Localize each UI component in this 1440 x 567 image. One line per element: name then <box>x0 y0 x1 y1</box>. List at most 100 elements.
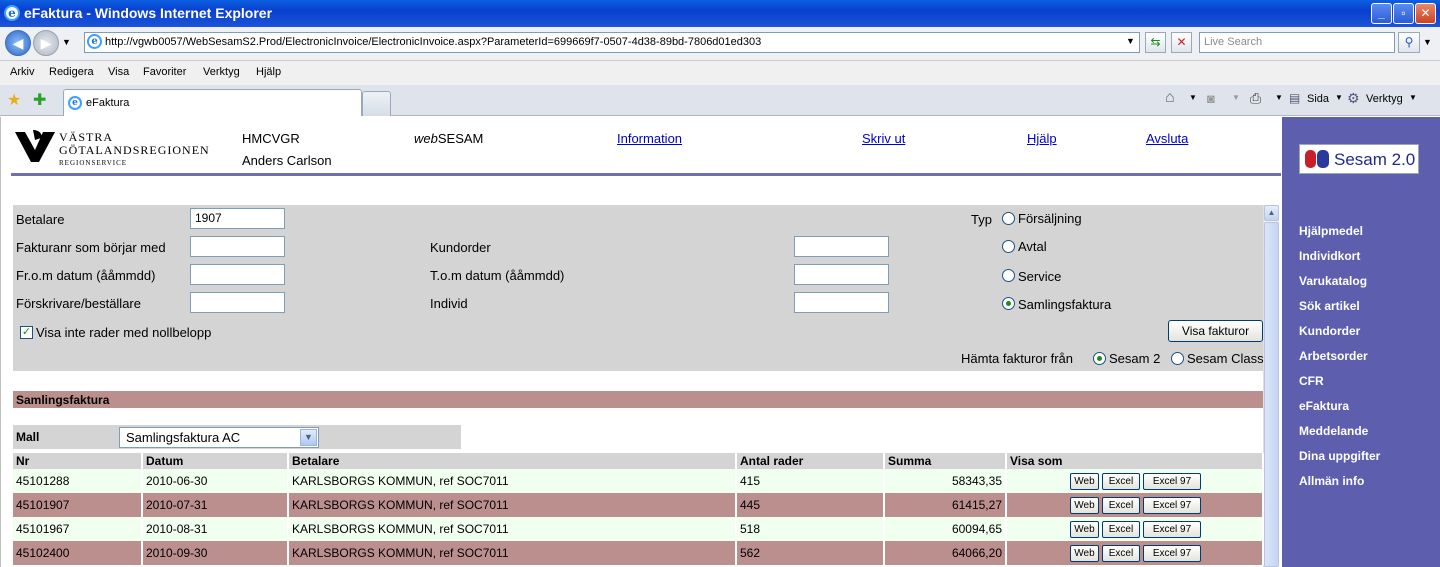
tools-menu-button[interactable]: Verktyg <box>1366 93 1403 105</box>
chevron-down-icon[interactable]: ▼ <box>300 429 317 446</box>
forward-button[interactable]: ▶ <box>33 30 59 56</box>
from-date-input[interactable] <box>190 264 285 285</box>
address-bar: ◀ ▶ ▼ e http://vgwb0057/WebSesamS2.Prod/… <box>0 27 1440 61</box>
sesam-brand-text: Sesam 2.0 <box>1334 150 1416 169</box>
sidebar-item-cfr[interactable]: CFR <box>1299 374 1324 388</box>
print-icon[interactable]: ⎙ <box>1250 90 1261 107</box>
hide-zero-rows-checkbox[interactable]: ✓ <box>20 326 33 339</box>
sidebar-item-efaktura[interactable]: eFaktura <box>1299 399 1349 413</box>
individual-input[interactable] <box>794 292 889 313</box>
prescriber-input[interactable] <box>190 292 285 313</box>
search-options-icon[interactable]: ▼ <box>1423 37 1432 47</box>
filter-panel: Betalare 1907 Fakturanr som börjar med F… <box>13 205 1263 371</box>
url-text: http://vgwb0057/WebSesamS2.Prod/Electron… <box>105 36 762 48</box>
vgr-logo-icon <box>15 130 55 162</box>
sidebar-item-varukatalog[interactable]: Varukatalog <box>1299 274 1367 288</box>
page-menu-button[interactable]: Sida <box>1307 93 1329 105</box>
view-excel97-button[interactable]: Excel 97 <box>1143 472 1201 490</box>
minimize-button[interactable]: _ <box>1371 3 1392 24</box>
individual-label: Individ <box>430 296 468 311</box>
view-web-button[interactable]: Web <box>1070 496 1099 514</box>
sidebar-item-meddelande[interactable]: Meddelande <box>1299 424 1368 438</box>
sidebar-item-sok-artikel[interactable]: Sök artikel <box>1299 299 1360 313</box>
scroll-thumb[interactable] <box>1264 222 1279 567</box>
type-radio-sales[interactable] <box>1002 212 1015 225</box>
view-excel-button[interactable]: Excel <box>1102 472 1140 490</box>
view-web-button[interactable]: Web <box>1070 520 1099 538</box>
view-excel97-button[interactable]: Excel 97 <box>1143 544 1201 562</box>
search-icon[interactable]: ⚲ <box>1398 32 1420 53</box>
print-link[interactable]: Skriv ut <box>862 131 905 146</box>
stop-icon[interactable]: ✕ <box>1171 32 1192 53</box>
template-select[interactable]: Samlingsfaktura AC ▼ <box>119 427 319 448</box>
view-excel97-button[interactable]: Excel 97 <box>1143 496 1201 514</box>
source-radio-sesam2[interactable] <box>1093 352 1106 365</box>
page-menu-dropdown-icon[interactable]: ▼ <box>1335 93 1343 102</box>
type-radio-collective-invoice[interactable] <box>1002 297 1015 310</box>
table-header-row: Nr Datum Betalare Antal rader Summa Visa… <box>13 453 1264 469</box>
menu-verktyg[interactable]: Verktyg <box>203 66 240 78</box>
cell-row-count: 562 <box>736 541 885 565</box>
menu-arkiv[interactable]: Arkiv <box>10 66 34 78</box>
to-date-input[interactable] <box>794 264 889 285</box>
source-sesam-class-label: Sesam Class <box>1187 351 1263 366</box>
maximize-button[interactable]: ▫ <box>1393 3 1414 24</box>
sidebar-item-kundorder[interactable]: Kundorder <box>1299 324 1360 338</box>
home-dropdown-icon[interactable]: ▼ <box>1189 93 1197 102</box>
feeds-icon[interactable]: ◙ <box>1207 91 1215 106</box>
view-web-button[interactable]: Web <box>1070 544 1099 562</box>
page-icon: e <box>87 34 102 49</box>
type-radio-service[interactable] <box>1002 269 1015 282</box>
cell-row-count: 445 <box>736 493 885 517</box>
table-row: 45102400 2010-09-30 KARLSBORGS KOMMUN, r… <box>13 541 1264 565</box>
information-link[interactable]: Information <box>617 131 682 146</box>
cell-row-count: 415 <box>736 469 885 493</box>
menu-visa[interactable]: Visa <box>108 66 129 78</box>
sidebar: Sesam 2.0 Hjälpmedel Individkort Varukat… <box>1282 117 1440 567</box>
menu-favoriter[interactable]: Favoriter <box>143 66 186 78</box>
print-dropdown-icon[interactable]: ▼ <box>1275 93 1283 102</box>
view-web-button[interactable]: Web <box>1070 472 1099 490</box>
tab-label: eFaktura <box>86 97 130 109</box>
view-excel97-button[interactable]: Excel 97 <box>1143 520 1201 538</box>
favorites-star-icon[interactable]: ★ <box>7 90 21 110</box>
history-dropdown-icon[interactable]: ▼ <box>62 37 71 47</box>
show-invoices-button[interactable]: Visa fakturor <box>1168 320 1263 342</box>
customer-order-input[interactable] <box>794 236 889 257</box>
sidebar-item-allman-info[interactable]: Allmän info <box>1299 474 1364 488</box>
view-excel-button[interactable]: Excel <box>1102 496 1140 514</box>
logout-link[interactable]: Avsluta <box>1146 131 1188 146</box>
back-button[interactable]: ◀ <box>5 30 31 56</box>
new-tab-button[interactable] <box>362 91 391 116</box>
home-icon[interactable]: ⌂ <box>1165 89 1175 107</box>
invoice-number-input[interactable] <box>190 236 285 257</box>
app-name-main: SESAM <box>437 131 484 146</box>
title-bar: e eFaktura - Windows Internet Explorer _… <box>0 0 1440 27</box>
url-dropdown-icon[interactable]: ▼ <box>1122 32 1139 53</box>
customer-order-label: Kundorder <box>430 240 491 255</box>
sidebar-item-arbetsorder[interactable]: Arbetsorder <box>1299 349 1368 363</box>
feeds-dropdown-icon[interactable]: ▼ <box>1232 93 1240 102</box>
sidebar-item-dina-uppgifter[interactable]: Dina uppgifter <box>1299 449 1380 463</box>
refresh-icon[interactable]: ⇆ <box>1145 32 1166 53</box>
url-input[interactable]: e http://vgwb0057/WebSesamS2.Prod/Electr… <box>84 32 1140 53</box>
sidebar-item-hjalpmedel[interactable]: Hjälpmedel <box>1299 224 1363 238</box>
page-menu-icon: ▤ <box>1289 91 1301 105</box>
page-scrollbar[interactable]: ▲ <box>1263 205 1279 567</box>
view-excel-button[interactable]: Excel <box>1102 520 1140 538</box>
menu-hjalp[interactable]: Hjälp <box>256 66 281 78</box>
add-favorite-icon[interactable]: ✚ <box>33 90 46 110</box>
tab-efaktura[interactable]: e eFaktura <box>63 89 362 116</box>
tools-dropdown-icon[interactable]: ▼ <box>1409 93 1417 102</box>
help-link[interactable]: Hjälp <box>1027 131 1057 146</box>
view-excel-button[interactable]: Excel <box>1102 544 1140 562</box>
type-radio-contract[interactable] <box>1002 240 1015 253</box>
menu-redigera[interactable]: Redigera <box>49 66 94 78</box>
source-radio-sesam-class[interactable] <box>1171 352 1184 365</box>
search-input[interactable]: Live Search <box>1199 32 1395 53</box>
payer-input[interactable]: 1907 <box>190 208 285 229</box>
close-window-button[interactable]: ✕ <box>1415 3 1436 24</box>
template-row: Mall Samlingsfaktura AC ▼ <box>13 425 461 449</box>
scroll-up-icon[interactable]: ▲ <box>1264 205 1279 221</box>
sidebar-item-individkort[interactable]: Individkort <box>1299 249 1360 263</box>
